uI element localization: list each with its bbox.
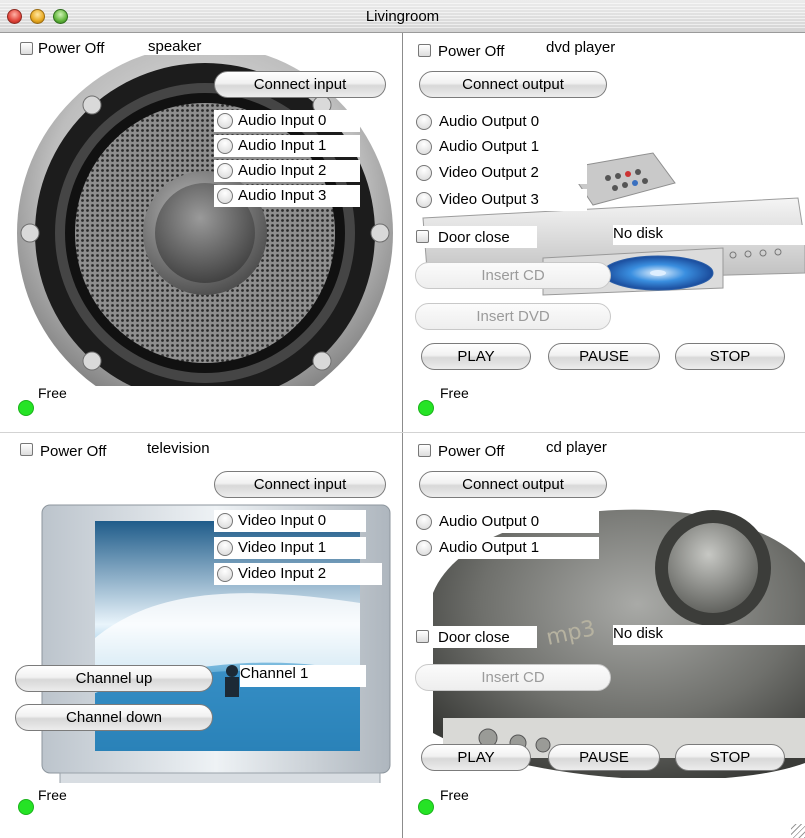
cd-panel: mp3 Power Off cd player Connect output A… xyxy=(403,433,805,838)
speaker-input-row[interactable]: Audio Input 1 xyxy=(214,135,360,157)
tv-channel-up-button[interactable]: Channel up xyxy=(15,665,213,692)
dvd-output-row[interactable]: Video Output 2 xyxy=(413,162,587,184)
tv-channel-down-button[interactable]: Channel down xyxy=(15,704,213,731)
dvd-power-label: Power Off xyxy=(438,43,505,60)
radio-icon[interactable] xyxy=(416,514,432,530)
cd-status-indicator xyxy=(418,799,434,815)
dvd-connect-output-button[interactable]: Connect output xyxy=(419,71,607,98)
radio-icon[interactable] xyxy=(416,165,432,181)
dvd-output-row[interactable]: Audio Output 1 xyxy=(413,136,587,158)
dvd-output-label: Video Output 2 xyxy=(439,164,539,181)
cd-output-row[interactable]: Audio Output 1 xyxy=(413,537,599,559)
dvd-status-indicator xyxy=(418,400,434,416)
speaker-input-label: Audio Input 3 xyxy=(238,187,327,204)
radio-icon[interactable] xyxy=(217,163,233,179)
tv-connect-input-button[interactable]: Connect input xyxy=(214,471,386,498)
dvd-power-checkbox[interactable] xyxy=(418,44,431,57)
speaker-power-checkbox[interactable] xyxy=(20,42,33,55)
speaker-device-name: speaker xyxy=(145,38,279,55)
radio-icon[interactable] xyxy=(416,139,432,155)
tv-panel: Power Off television Connect input Video… xyxy=(0,433,402,838)
tv-input-label: Video Input 0 xyxy=(238,512,327,529)
tv-input-row[interactable]: Video Input 0 xyxy=(214,510,366,532)
dvd-insert-cd-button[interactable]: Insert CD xyxy=(415,262,611,289)
horizontal-divider xyxy=(0,432,805,433)
tv-power-checkbox[interactable] xyxy=(20,443,33,456)
tv-power-label: Power Off xyxy=(40,443,107,460)
tv-device-name: television xyxy=(144,440,270,457)
cd-door-label: Door close xyxy=(438,629,510,646)
tv-input-label: Video Input 2 xyxy=(238,565,327,582)
dvd-pause-button[interactable]: PAUSE xyxy=(548,343,660,370)
cd-connect-output-button[interactable]: Connect output xyxy=(419,471,607,498)
window-titlebar[interactable]: Livingroom xyxy=(0,0,805,33)
dvd-status-label: Free xyxy=(440,385,469,401)
radio-icon[interactable] xyxy=(416,540,432,556)
radio-icon[interactable] xyxy=(217,540,233,556)
cd-status-label: Free xyxy=(440,787,469,803)
cd-power-label: Power Off xyxy=(438,443,505,460)
dvd-panel: Power Off dvd player Connect output Audi… xyxy=(403,33,805,432)
vertical-divider xyxy=(402,33,403,838)
speaker-input-label: Audio Input 0 xyxy=(238,112,327,129)
speaker-input-row[interactable]: Audio Input 0 xyxy=(214,110,360,132)
tv-input-label: Video Input 1 xyxy=(238,539,327,556)
dvd-output-row[interactable]: Audio Output 0 xyxy=(413,111,587,133)
speaker-status-indicator xyxy=(18,400,34,416)
cd-stop-button[interactable]: STOP xyxy=(675,744,785,771)
dvd-output-label: Video Output 3 xyxy=(439,191,539,208)
tv-input-row[interactable]: Video Input 1 xyxy=(214,537,366,559)
speaker-panel: Power Off speaker Connect input Audio In… xyxy=(0,33,402,432)
dvd-door-checkbox[interactable] xyxy=(416,230,429,243)
radio-icon[interactable] xyxy=(217,113,233,129)
tv-input-row[interactable]: Video Input 2 xyxy=(214,563,382,585)
cd-output-row[interactable]: Audio Output 0 xyxy=(413,511,599,533)
resize-grip-icon[interactable] xyxy=(791,824,805,838)
dvd-output-label: Audio Output 1 xyxy=(439,138,540,155)
dvd-output-row[interactable]: Video Output 3 xyxy=(413,189,587,211)
cd-pause-button[interactable]: PAUSE xyxy=(548,744,660,771)
radio-icon[interactable] xyxy=(217,513,233,529)
radio-icon[interactable] xyxy=(416,114,432,130)
cd-door-row[interactable]: Door close xyxy=(413,626,537,648)
cd-insert-cd-button[interactable]: Insert CD xyxy=(415,664,611,691)
cd-output-label: Audio Output 0 xyxy=(439,513,540,530)
window-title: Livingroom xyxy=(365,8,440,25)
speaker-input-label: Audio Input 2 xyxy=(238,162,327,179)
radio-icon[interactable] xyxy=(217,138,233,154)
speaker-connect-input-button[interactable]: Connect input xyxy=(214,71,386,98)
speaker-input-row[interactable]: Audio Input 2 xyxy=(214,160,360,182)
speaker-input-row[interactable]: Audio Input 3 xyxy=(214,185,360,207)
dvd-door-row[interactable]: Door close xyxy=(413,226,537,248)
dvd-output-label: Audio Output 0 xyxy=(439,113,540,130)
speaker-status-label: Free xyxy=(38,385,67,401)
cd-door-checkbox[interactable] xyxy=(416,630,429,643)
cd-disk-status: No disk xyxy=(613,625,805,645)
dvd-door-label: Door close xyxy=(438,229,510,246)
speaker-input-label: Audio Input 1 xyxy=(238,137,327,154)
cd-output-label: Audio Output 1 xyxy=(439,539,540,556)
cd-power-checkbox[interactable] xyxy=(418,444,431,457)
dvd-disk-status: No disk xyxy=(613,225,805,245)
dvd-device-name: dvd player xyxy=(543,39,669,56)
tv-status-indicator xyxy=(18,799,34,815)
dvd-insert-dvd-button[interactable]: Insert DVD xyxy=(415,303,611,330)
cd-device-name: cd player xyxy=(543,439,669,456)
cd-play-button[interactable]: PLAY xyxy=(421,744,531,771)
speaker-power-label: Power Off xyxy=(38,40,105,57)
tv-channel-display: Channel 1 xyxy=(240,665,366,687)
dvd-stop-button[interactable]: STOP xyxy=(675,343,785,370)
radio-icon[interactable] xyxy=(416,192,432,208)
dvd-play-button[interactable]: PLAY xyxy=(421,343,531,370)
radio-icon[interactable] xyxy=(217,188,233,204)
tv-status-label: Free xyxy=(38,787,67,803)
radio-icon[interactable] xyxy=(217,566,233,582)
